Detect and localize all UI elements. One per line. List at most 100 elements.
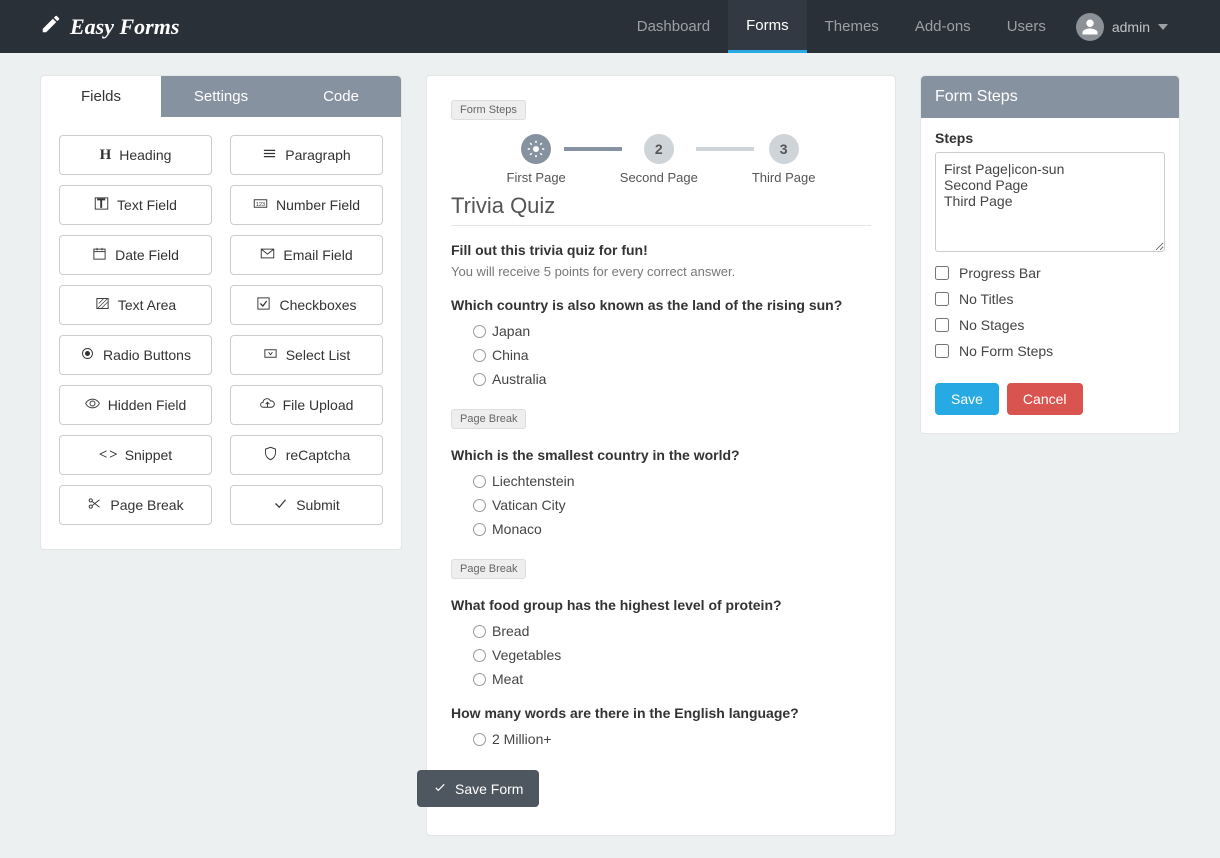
question-options: 2 Million+: [473, 731, 871, 747]
checkboxes-icon: [256, 296, 271, 314]
radio-input[interactable]: [473, 325, 486, 338]
inspector-check-no-form-steps[interactable]: No Form Steps: [935, 343, 1165, 359]
radio-option[interactable]: Australia: [473, 371, 871, 387]
checkbox-input[interactable]: [935, 292, 949, 306]
page-break-badge[interactable]: Page Break: [451, 409, 526, 429]
question-text[interactable]: Which country is also known as the land …: [451, 297, 871, 313]
radio-option[interactable]: China: [473, 347, 871, 363]
save-form-button[interactable]: Save Form: [417, 770, 539, 807]
edit-icon: [40, 13, 62, 41]
field-btn-hidden-field[interactable]: Hidden Field: [59, 385, 212, 425]
radio-input[interactable]: [473, 373, 486, 386]
steps-label: Steps: [935, 130, 1165, 146]
sun-icon: [521, 134, 551, 164]
radio-option[interactable]: Liechtenstein: [473, 473, 871, 489]
field-btn-label: Number Field: [276, 197, 360, 213]
radio-label: Bread: [492, 623, 529, 639]
field-btn-snippet[interactable]: < >Snippet: [59, 435, 212, 475]
field-btn-number-field[interactable]: 123 Number Field: [230, 185, 383, 225]
form-steps-badge[interactable]: Form Steps: [451, 100, 526, 120]
radio-option[interactable]: Vatican City: [473, 497, 871, 513]
tab-fields[interactable]: Fields: [41, 76, 161, 117]
nav-themes[interactable]: Themes: [807, 0, 897, 53]
field-btn-label: Text Area: [118, 297, 176, 313]
radio-input[interactable]: [473, 523, 486, 536]
radio-input[interactable]: [473, 475, 486, 488]
tab-code[interactable]: Code: [281, 76, 401, 117]
field-btn-label: Submit: [296, 497, 340, 513]
nav-users[interactable]: Users: [989, 0, 1064, 53]
radio-label: China: [492, 347, 529, 363]
form-title[interactable]: Trivia Quiz: [451, 193, 871, 226]
field-btn-text-area[interactable]: Text Area: [59, 285, 212, 325]
inspector-check-no-titles[interactable]: No Titles: [935, 291, 1165, 307]
form-heading[interactable]: Fill out this trivia quiz for fun!: [451, 242, 871, 258]
radio-input[interactable]: [473, 349, 486, 362]
inspector-check-progress-bar[interactable]: Progress Bar: [935, 265, 1165, 281]
question-text[interactable]: How many words are there in the English …: [451, 705, 871, 721]
field-btn-file-upload[interactable]: File Upload: [230, 385, 383, 425]
field-btn-date-field[interactable]: Date Field: [59, 235, 212, 275]
text-area-icon: [95, 296, 110, 314]
nav-dashboard[interactable]: Dashboard: [619, 0, 728, 53]
radio-option[interactable]: Vegetables: [473, 647, 871, 663]
nav-forms[interactable]: Forms: [728, 0, 807, 53]
nav-addons[interactable]: Add-ons: [897, 0, 989, 53]
radio-input[interactable]: [473, 625, 486, 638]
steps-textarea[interactable]: [935, 152, 1165, 252]
radio-option[interactable]: Bread: [473, 623, 871, 639]
question-options: Bread Vegetables Meat: [473, 623, 871, 687]
step-line-2: [696, 147, 754, 151]
step-2[interactable]: 2 Second Page: [620, 134, 698, 185]
inspector-check-no-stages[interactable]: No Stages: [935, 317, 1165, 333]
step-2-label: Second Page: [620, 170, 698, 185]
step-3[interactable]: 3 Third Page: [752, 134, 816, 185]
step-1[interactable]: First Page: [507, 134, 566, 185]
form-description[interactable]: You will receive 5 points for every corr…: [451, 264, 871, 279]
radio-input[interactable]: [473, 673, 486, 686]
checkbox-input[interactable]: [935, 318, 949, 332]
radio-option[interactable]: Monaco: [473, 521, 871, 537]
field-btn-label: Date Field: [115, 247, 179, 263]
radio-label: Japan: [492, 323, 530, 339]
number-field-icon: 123: [253, 196, 268, 214]
field-btn-radio-buttons[interactable]: Radio Buttons: [59, 335, 212, 375]
user-name: admin: [1112, 19, 1150, 35]
inspector-save-button[interactable]: Save: [935, 383, 999, 415]
page-break-badge[interactable]: Page Break: [451, 559, 526, 579]
field-btn-label: reCaptcha: [286, 447, 351, 463]
field-btn-email-field[interactable]: Email Field: [230, 235, 383, 275]
inspector-cancel-button[interactable]: Cancel: [1007, 383, 1083, 415]
field-btn-text-field[interactable]: Text Field: [59, 185, 212, 225]
field-btn-recaptcha[interactable]: reCaptcha: [230, 435, 383, 475]
upload-icon: [260, 396, 275, 414]
user-menu[interactable]: admin: [1064, 0, 1180, 53]
radio-option[interactable]: 2 Million+: [473, 731, 871, 747]
radio-label: Vegetables: [492, 647, 561, 663]
step-3-circle: 3: [769, 134, 799, 164]
field-btn-page-break[interactable]: Page Break: [59, 485, 212, 525]
radio-option[interactable]: Meat: [473, 671, 871, 687]
question-text[interactable]: What food group has the highest level of…: [451, 597, 871, 613]
checkbox-input[interactable]: [935, 266, 949, 280]
radio-input[interactable]: [473, 649, 486, 662]
field-btn-select-list[interactable]: Select List: [230, 335, 383, 375]
radio-input[interactable]: [473, 499, 486, 512]
radio-option[interactable]: Japan: [473, 323, 871, 339]
brand[interactable]: Easy Forms: [40, 13, 179, 41]
avatar-icon: [1076, 13, 1104, 41]
code-icon: < >: [99, 446, 117, 464]
field-btn-heading[interactable]: HHeading: [59, 135, 212, 175]
question-options: Liechtenstein Vatican City Monaco: [473, 473, 871, 537]
question-text[interactable]: Which is the smallest country in the wor…: [451, 447, 871, 463]
paragraph-icon: [262, 146, 277, 164]
field-btn-paragraph[interactable]: Paragraph: [230, 135, 383, 175]
field-btn-submit[interactable]: Submit: [230, 485, 383, 525]
email-field-icon: [260, 246, 275, 264]
field-btn-checkboxes[interactable]: Checkboxes: [230, 285, 383, 325]
radio-label: Vatican City: [492, 497, 566, 513]
radio-input[interactable]: [473, 733, 486, 746]
tab-settings[interactable]: Settings: [161, 76, 281, 117]
checkbox-input[interactable]: [935, 344, 949, 358]
question-options: Japan China Australia: [473, 323, 871, 387]
